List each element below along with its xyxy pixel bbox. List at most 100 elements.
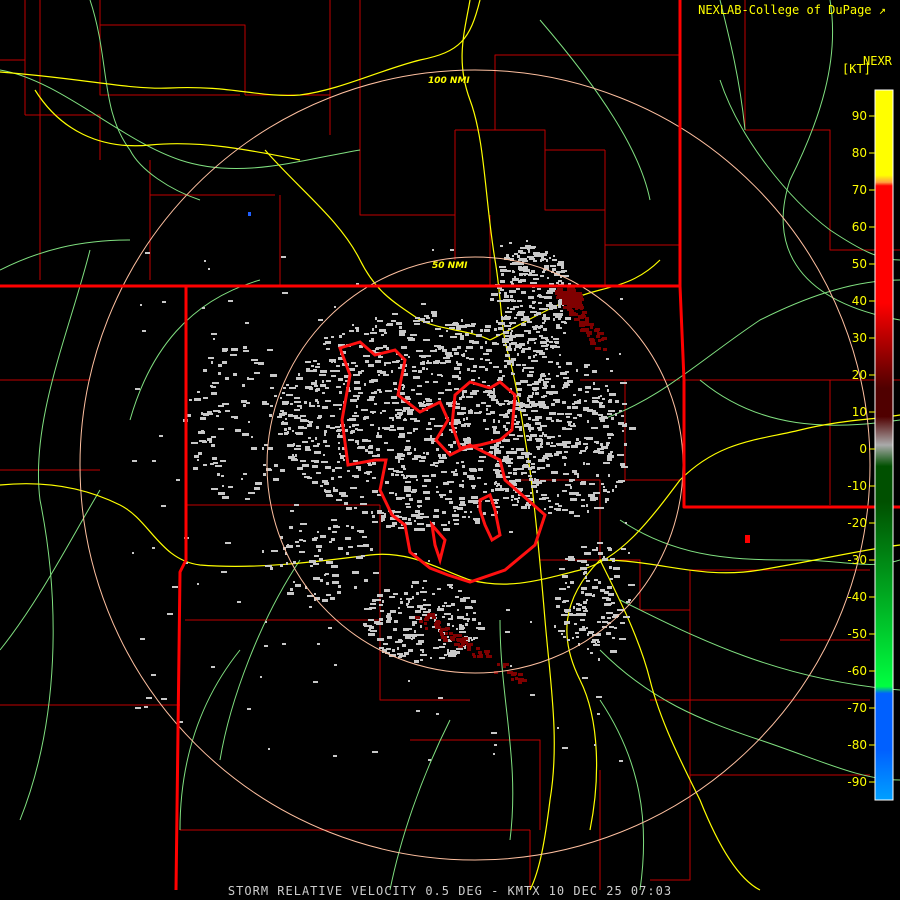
- echo-return: [357, 447, 359, 449]
- echo-return: [566, 416, 570, 418]
- echo-return: [407, 410, 413, 413]
- echo-return: [485, 359, 490, 361]
- echo-return: [592, 410, 596, 412]
- echo-return: [404, 449, 410, 451]
- echo-return: [471, 496, 478, 499]
- echo-return: [311, 382, 317, 385]
- echo-return: [187, 414, 191, 417]
- echo-return: [365, 449, 368, 452]
- echo-return: [542, 322, 545, 324]
- echo-return: [220, 460, 226, 462]
- echo-return: [395, 474, 399, 476]
- echo-return: [406, 475, 408, 478]
- echo-return: [294, 504, 299, 506]
- echo-return: [446, 402, 452, 405]
- echo-return: [401, 465, 405, 468]
- echo-return: [358, 392, 363, 394]
- echo-return: [565, 558, 570, 560]
- echo-return: [207, 438, 212, 441]
- echo-return: [573, 394, 576, 396]
- echo-return: [570, 290, 574, 293]
- echo-return: [225, 377, 229, 380]
- echo-return: [564, 322, 567, 324]
- echo-return: [397, 453, 403, 456]
- echo-return: [554, 625, 556, 628]
- echo-return: [370, 630, 377, 632]
- echo-return: [611, 417, 614, 420]
- echo-return: [570, 486, 572, 489]
- echo-return: [534, 478, 536, 481]
- echo-return: [619, 760, 623, 762]
- echo-return: [140, 304, 142, 306]
- echo-return: [593, 388, 600, 390]
- echo-return: [447, 652, 452, 655]
- echo-return: [398, 527, 404, 529]
- nexlab-credit[interactable]: NEXLAB-College of DuPage ↗: [698, 3, 886, 17]
- echo-return: [399, 333, 405, 336]
- radar-map[interactable]: 50 NMI 100 NMI 90 80 70 60 50 40 30 20 10 0 -10 -20…: [0, 0, 900, 900]
- echo-return: [493, 366, 499, 368]
- echo-return: [527, 399, 530, 402]
- echo-return: [417, 605, 423, 608]
- echo-return: [443, 528, 450, 531]
- echo-return: [292, 454, 294, 457]
- echo-return: [556, 451, 562, 454]
- echo-return: [432, 593, 435, 595]
- road-line: [599, 699, 645, 891]
- echo-return: [449, 632, 453, 635]
- echo-return: [529, 367, 534, 369]
- echo-return: [442, 454, 446, 457]
- echo-return: [393, 382, 397, 385]
- echo-return: [263, 473, 266, 476]
- echo-return: [529, 371, 534, 373]
- echo-return: [570, 581, 574, 584]
- echo-return: [352, 424, 355, 427]
- echo-return: [557, 263, 564, 266]
- radar-display[interactable]: 50 NMI 100 NMI 9080706050403020100-10-20…: [0, 0, 900, 900]
- echo-return: [520, 305, 523, 307]
- echo-return: [262, 550, 264, 553]
- echo-return: [435, 626, 440, 629]
- echo-return: [612, 637, 615, 639]
- echo-return: [555, 503, 559, 505]
- echo-return: [445, 498, 452, 500]
- echo-return: [565, 582, 567, 584]
- echo-return: [559, 568, 565, 570]
- echo-return: [398, 607, 400, 609]
- echo-return: [424, 479, 431, 482]
- echo-return: [213, 338, 215, 340]
- echo-return: [563, 377, 569, 379]
- echo-return: [355, 327, 359, 329]
- echo-return: [337, 435, 339, 438]
- echo-return: [210, 463, 214, 465]
- echo-return: [211, 488, 218, 490]
- echo-return: [590, 342, 596, 345]
- echo-return: [517, 312, 524, 315]
- county-border-line: [24, 0, 246, 115]
- echo-return: [507, 671, 513, 674]
- echo-return: [403, 407, 410, 410]
- echo-return: [517, 300, 522, 302]
- echo-return: [384, 513, 386, 515]
- echo-return: [465, 350, 467, 352]
- echo-return: [340, 455, 346, 457]
- echo-return: [211, 436, 216, 438]
- echo-return: [449, 501, 453, 504]
- echo-return: [387, 636, 392, 639]
- echo-return: [596, 547, 598, 550]
- echo-return: [453, 322, 458, 324]
- legend-tick-label: 40: [852, 294, 867, 308]
- echo-return: [312, 481, 316, 484]
- echo-return: [348, 546, 353, 548]
- echo-return: [498, 322, 505, 325]
- echo-return: [505, 335, 510, 337]
- echo-return: [335, 467, 342, 469]
- echo-return: [565, 300, 569, 303]
- echo-return: [362, 536, 367, 538]
- echo-return: [522, 364, 526, 366]
- echo-return: [310, 565, 313, 567]
- echo-return: [541, 494, 547, 496]
- velocity-returns: [132, 212, 750, 762]
- echo-return: [387, 323, 393, 326]
- echo-return: [410, 475, 417, 478]
